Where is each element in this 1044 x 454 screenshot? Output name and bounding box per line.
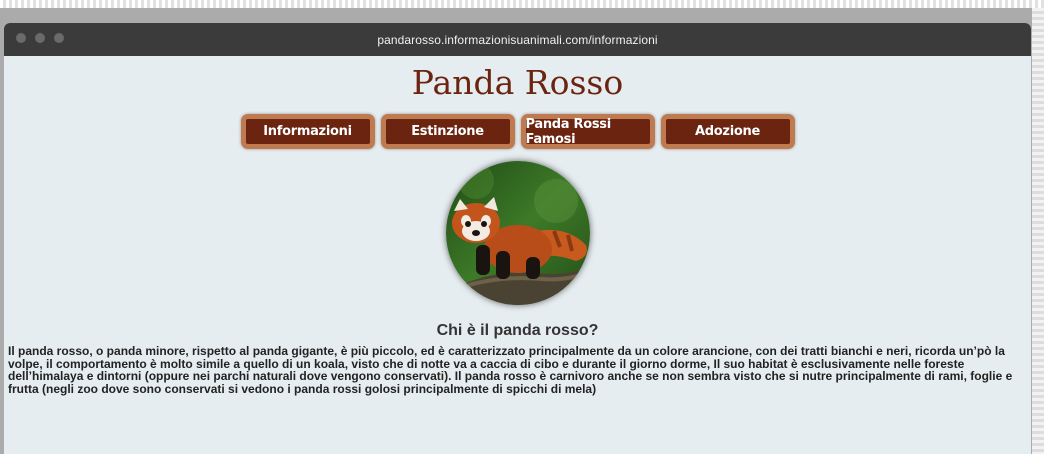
section-heading: Chi è il panda rosso?: [436, 322, 599, 339]
browser-titlebar: pandarosso.informazionisuanimali.com/inf…: [4, 23, 1031, 56]
window-controls: [16, 33, 64, 43]
page-title: Panda Rosso: [411, 63, 624, 102]
nav-informazioni-button[interactable]: Informazioni: [240, 114, 375, 149]
red-panda-photo: [446, 161, 590, 305]
nav-panda-rossi-famosi-button[interactable]: Panda Rossi Famosi: [520, 114, 655, 149]
background-strip-top: [0, 0, 1044, 8]
browser-window: pandarosso.informazionisuanimali.com/inf…: [4, 23, 1031, 454]
description-paragraph: Il panda rosso, o panda minore, rispetto…: [8, 344, 1013, 396]
nav-estinzione-button[interactable]: Estinzione: [380, 114, 515, 149]
maximize-window-button[interactable]: [54, 33, 64, 43]
address-bar-url[interactable]: pandarosso.informazionisuanimali.com/inf…: [377, 33, 657, 47]
page-content: Panda Rosso Informazioni Estinzione Pand…: [4, 56, 1031, 454]
main-nav: Informazioni Estinzione Panda Rossi Famo…: [4, 114, 1031, 149]
minimize-window-button[interactable]: [35, 33, 45, 43]
scrollbar[interactable]: [1032, 8, 1044, 454]
close-window-button[interactable]: [16, 33, 26, 43]
nav-adozione-button[interactable]: Adozione: [660, 114, 795, 149]
